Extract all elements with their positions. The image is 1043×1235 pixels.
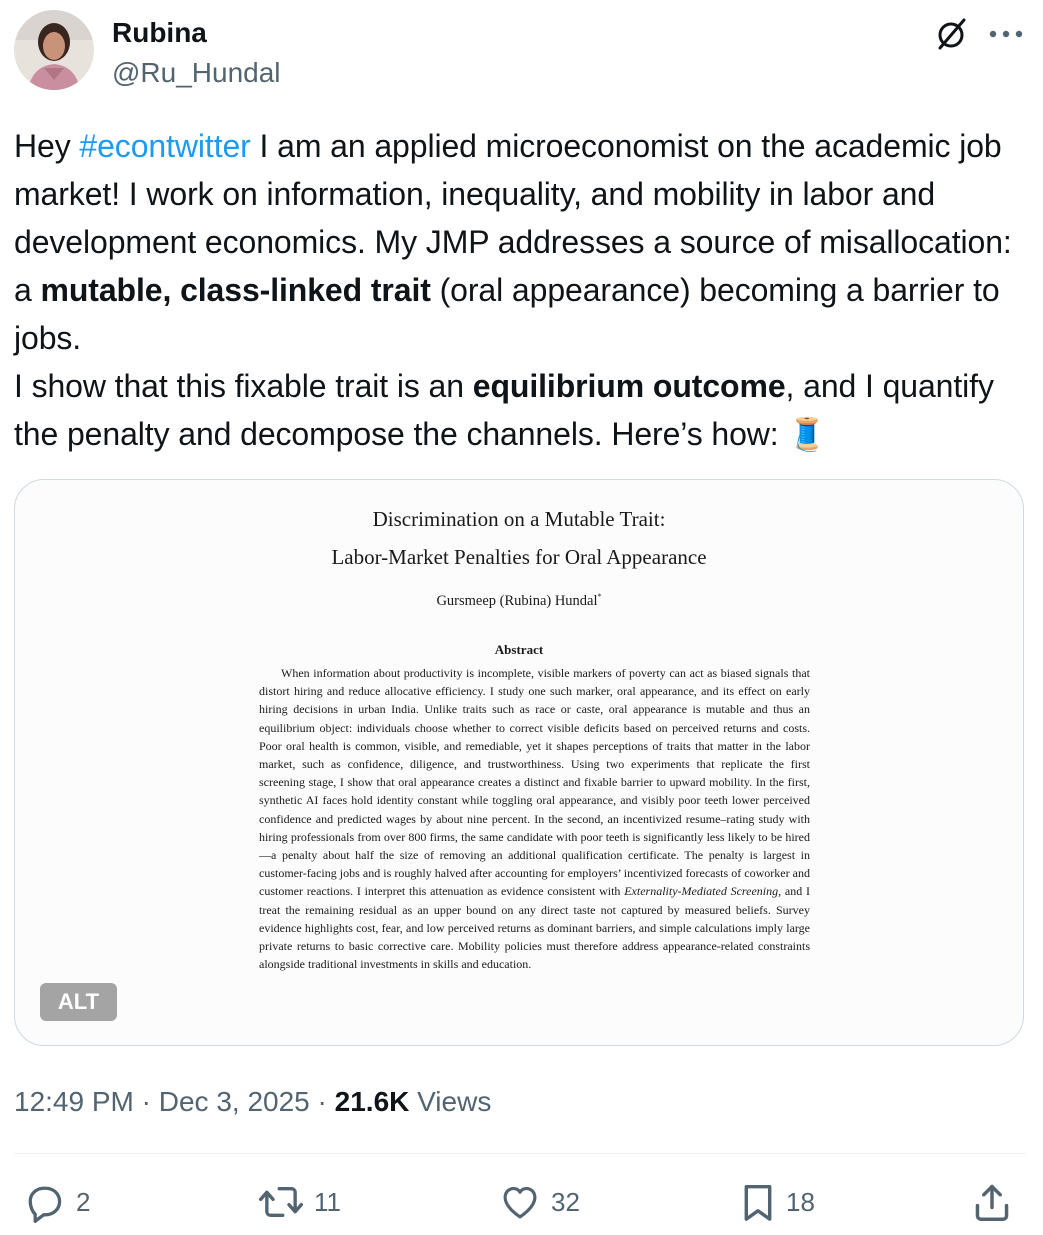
- tweet-paragraph-1: Hey #econtwitter I am an applied microec…: [14, 122, 1029, 362]
- tweet-intro: Hey: [14, 128, 80, 164]
- grok-button[interactable]: [932, 14, 972, 54]
- reply-count: 2: [76, 1186, 91, 1217]
- heart-icon: [503, 1186, 537, 1219]
- thread-emoji: 🧵: [787, 416, 828, 452]
- like-count: 32: [551, 1186, 580, 1217]
- abstract-text: When information about productivity is i…: [259, 664, 810, 973]
- hashtag-link[interactable]: #econtwitter: [79, 128, 250, 164]
- meta-separator: ·: [133, 1086, 159, 1117]
- paper-author-name: Gursmeep (Rubina) Hundal: [436, 592, 598, 609]
- more-options-button[interactable]: [984, 14, 1028, 54]
- tweet-text-segment: I show that this fixable trait is an: [14, 368, 473, 404]
- media-image[interactable]: Discrimination on a Mutable Trait: Labor…: [14, 479, 1024, 1046]
- views-label: Views: [409, 1086, 492, 1117]
- tweet-bold-segment: equilibrium outcome: [472, 368, 786, 404]
- meta-separator: ·: [309, 1086, 335, 1117]
- abstract-part-1: When information about productivity is i…: [259, 666, 810, 899]
- reply-icon: [28, 1186, 62, 1223]
- paper-author: Gursmeep (Rubina) Hundal*: [15, 592, 1023, 610]
- more-icon: [989, 30, 1023, 38]
- paper-title-line-1: Discrimination on a Mutable Trait:: [372, 507, 666, 531]
- paper-author-mark: *: [597, 592, 602, 601]
- avatar-image: [14, 10, 94, 90]
- tweet-meta: 12:49 PM · Dec 3, 2025 · 21.6K Views: [14, 1084, 491, 1120]
- display-name[interactable]: Rubina: [112, 16, 207, 50]
- avatar[interactable]: [14, 10, 94, 90]
- bookmark-count: 18: [786, 1186, 815, 1217]
- repost-count: 11: [314, 1186, 341, 1217]
- like-button[interactable]: 32: [499, 1178, 580, 1226]
- repost-icon: [258, 1187, 304, 1217]
- bookmark-icon: [744, 1184, 772, 1221]
- reply-button[interactable]: 2: [22, 1178, 90, 1226]
- tweet-text: Hey #econtwitter I am an applied microec…: [14, 122, 1029, 458]
- share-button[interactable]: [972, 1178, 1012, 1226]
- share-icon: [975, 1184, 1009, 1221]
- repost-button[interactable]: 11: [258, 1178, 341, 1226]
- abstract-italic: Externality-Mediated Screening: [624, 884, 779, 899]
- tweet-bold-segment: mutable, class-linked trait: [40, 272, 431, 308]
- user-handle[interactable]: @Ru_Hundal: [112, 56, 281, 90]
- tweet-date[interactable]: Dec 3, 2025: [159, 1086, 310, 1117]
- tweet-time[interactable]: 12:49 PM: [14, 1086, 134, 1117]
- grok-icon: [938, 18, 966, 50]
- divider: [14, 1153, 1026, 1154]
- bookmark-button[interactable]: 18: [740, 1178, 815, 1226]
- views-count: 21.6K: [334, 1086, 410, 1117]
- abstract-heading: Abstract: [494, 642, 544, 657]
- alt-text-badge[interactable]: ALT: [40, 983, 117, 1021]
- tweet-paragraph-2: I show that this fixable trait is an equ…: [14, 362, 1029, 458]
- paper-title-line-2: Labor-Market Penalties for Oral Appearan…: [331, 545, 707, 569]
